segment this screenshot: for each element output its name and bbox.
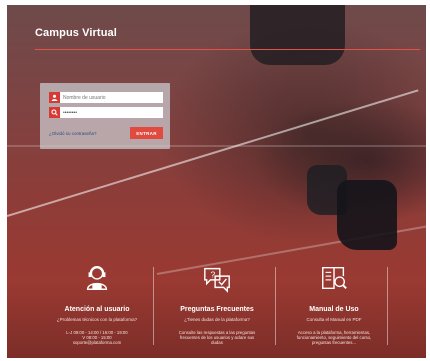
hero-background: Campus Virtual ¿Olvidó su contraseña? EN… — [7, 5, 426, 358]
feature-title: Preguntas Frecuentes — [180, 306, 254, 313]
feature-line: preguntas frecuentes... — [312, 340, 356, 346]
login-form: ¿Olvidó su contraseña? ENTRAR — [40, 83, 170, 149]
feature-title: Atención al usuario — [64, 306, 130, 313]
feature-divider — [153, 267, 154, 345]
feature-title: Manual de Uso — [309, 306, 359, 313]
feature-divider — [275, 267, 276, 345]
athlete-shorts — [250, 5, 345, 65]
faq-bubbles-icon: ? — [202, 263, 232, 293]
password-row — [49, 107, 163, 118]
user-icon — [49, 92, 60, 103]
login-button[interactable]: ENTRAR — [130, 127, 163, 139]
feature-line: dudas — [211, 340, 223, 346]
brand-title: Campus Virtual — [35, 27, 117, 39]
username-input[interactable] — [60, 92, 163, 103]
header-divider — [35, 49, 420, 50]
password-input[interactable] — [60, 107, 163, 118]
feature-line: soporte@plataforma.com — [72, 340, 122, 346]
feature-subtitle: ¿Tienes dudas de la plataforma? — [184, 317, 250, 322]
manual-search-icon — [319, 263, 349, 293]
feature-body: L-J 09:00 - 14:00 / 16:00 - 19:00 V 08:0… — [42, 330, 152, 346]
feature-body: Consulte las respuestas a las preguntas … — [162, 330, 272, 346]
feature-body: Acceso a la plataforma, herramientas, fu… — [279, 330, 389, 346]
username-row — [49, 92, 163, 103]
forgot-password-link[interactable]: ¿Olvidó su contraseña? — [49, 131, 97, 136]
feature-subtitle: Consulta el Manual en PDF — [306, 317, 362, 322]
feature-faq[interactable]: ? Preguntas Frecuentes ¿Tienes dudas de … — [162, 263, 272, 346]
feature-subtitle: ¿Problemas técnicos con la plataforma? — [56, 317, 138, 322]
feature-support[interactable]: Atención al usuario ¿Problemas técnicos … — [42, 263, 152, 346]
support-agent-icon — [82, 263, 112, 293]
search-icon — [49, 107, 60, 118]
athlete-shoe — [337, 180, 397, 250]
feature-manual[interactable]: Manual de Uso Consulta el Manual en PDF … — [279, 263, 389, 346]
